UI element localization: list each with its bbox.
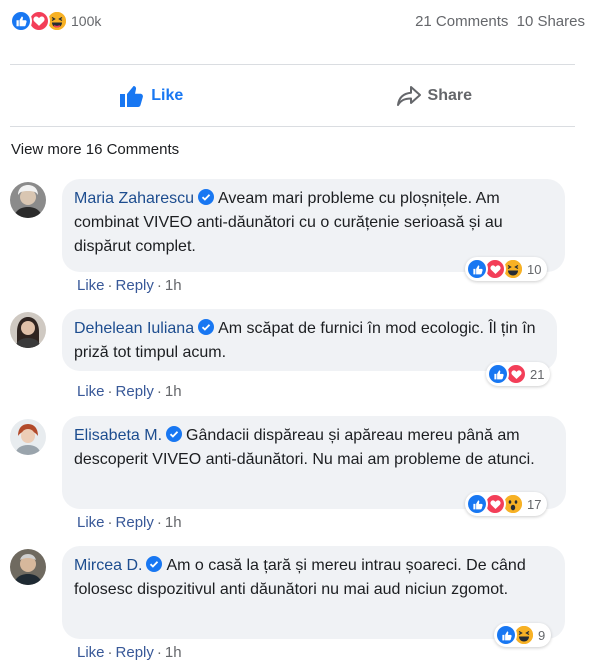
comment-text-block: Mircea D. Am o casă la țară și mereu intr… bbox=[74, 554, 553, 602]
avatar[interactable] bbox=[10, 549, 46, 585]
comment-author[interactable]: Maria Zaharescu bbox=[74, 190, 194, 207]
comment-reaction-count: 17 bbox=[527, 496, 542, 512]
comment-actions: Like · Reply · 1h bbox=[77, 514, 182, 531]
comment-reply-link[interactable]: Reply bbox=[116, 644, 154, 661]
shares-count-link[interactable]: 10 Shares bbox=[517, 13, 585, 30]
comment-item: Maria Zaharescu Aveam mari probleme cu pl… bbox=[10, 179, 585, 299]
comment-item: Mircea D. Am o casă la țară și mereu intr… bbox=[10, 546, 585, 665]
post-stats-bar: 100k 21 Comments 10 Shares bbox=[10, 10, 585, 34]
comment-reactions[interactable]: 9 bbox=[494, 623, 552, 647]
verified-badge-icon bbox=[146, 556, 163, 572]
comment-bubble: Dehelean Iuliana Am scăpat de furnici în … bbox=[62, 309, 557, 371]
thumbs-up-icon bbox=[120, 85, 144, 107]
avatar[interactable] bbox=[10, 312, 46, 348]
comment-actions: Like · Reply · 1h bbox=[77, 644, 182, 661]
comment-author[interactable]: Mircea D. bbox=[74, 557, 142, 574]
comment-author[interactable]: Elisabeta M. bbox=[74, 427, 162, 444]
comment-text-block: Dehelean Iuliana Am scăpat de furnici în … bbox=[74, 317, 545, 365]
share-arrow-icon bbox=[396, 85, 421, 106]
verified-badge-icon bbox=[198, 189, 215, 205]
comment-like-link[interactable]: Like bbox=[77, 277, 105, 294]
avatar[interactable] bbox=[10, 182, 46, 218]
divider bbox=[10, 126, 575, 127]
like-icon bbox=[466, 493, 488, 515]
comment-timestamp[interactable]: 1h bbox=[165, 277, 182, 294]
comment-reactions[interactable]: 10 bbox=[465, 257, 548, 281]
comment-reply-link[interactable]: Reply bbox=[116, 514, 154, 531]
comment-text-block: Maria Zaharescu Aveam mari probleme cu pl… bbox=[74, 187, 553, 259]
comment-author[interactable]: Dehelean Iuliana bbox=[74, 320, 194, 337]
share-button-label: Share bbox=[427, 86, 472, 104]
avatar[interactable] bbox=[10, 419, 46, 455]
like-button[interactable]: Like bbox=[10, 65, 293, 126]
comment-text-block: Elisabeta M. Gândacii dispăreau și apărea… bbox=[74, 424, 554, 472]
comment-actions: Like · Reply · 1h bbox=[77, 277, 182, 294]
comment-item: Elisabeta M. Gândacii dispăreau și apărea… bbox=[10, 416, 585, 536]
comment-like-link[interactable]: Like bbox=[77, 383, 105, 400]
post-action-bar: Like Share bbox=[10, 65, 575, 126]
comment-timestamp[interactable]: 1h bbox=[165, 383, 182, 400]
comment-reactions[interactable]: 17 bbox=[465, 492, 548, 516]
like-button-label: Like bbox=[151, 86, 184, 104]
post-stats: 21 Comments 10 Shares bbox=[415, 13, 585, 30]
comment-reaction-count: 9 bbox=[538, 627, 546, 643]
verified-badge-icon bbox=[198, 319, 215, 335]
comment-like-link[interactable]: Like bbox=[77, 644, 105, 661]
view-more-comments-link[interactable]: View more 16 Comments bbox=[11, 141, 179, 158]
comment-reaction-count: 10 bbox=[527, 261, 542, 277]
share-button[interactable]: Share bbox=[293, 65, 576, 126]
reaction-total-count: 100k bbox=[71, 13, 102, 29]
comment-item: Dehelean Iuliana Am scăpat de furnici în … bbox=[10, 309, 585, 404]
comment-bubble: Mircea D. Am o casă la țară și mereu intr… bbox=[62, 546, 565, 639]
comment-timestamp[interactable]: 1h bbox=[165, 644, 182, 661]
comment-reaction-count: 21 bbox=[530, 366, 545, 382]
comment-actions: Like · Reply · 1h bbox=[77, 383, 182, 400]
comment-reply-link[interactable]: Reply bbox=[116, 383, 154, 400]
like-icon bbox=[487, 363, 509, 385]
comments-count-link[interactable]: 21 Comments bbox=[415, 13, 508, 30]
like-icon bbox=[10, 10, 32, 32]
reaction-summary[interactable]: 100k bbox=[10, 10, 101, 32]
like-icon bbox=[495, 624, 517, 646]
comment-reactions[interactable]: 21 bbox=[486, 362, 551, 386]
comment-timestamp[interactable]: 1h bbox=[165, 514, 182, 531]
comment-like-link[interactable]: Like bbox=[77, 514, 105, 531]
like-icon bbox=[466, 258, 488, 280]
verified-badge-icon bbox=[166, 426, 183, 442]
comment-reply-link[interactable]: Reply bbox=[116, 277, 154, 294]
